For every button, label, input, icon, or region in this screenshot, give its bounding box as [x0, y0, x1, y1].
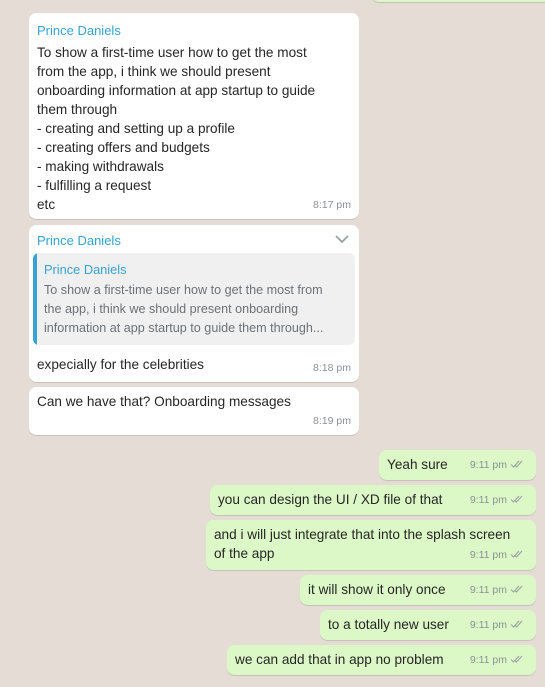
message-time: 8:17 pm [313, 199, 351, 211]
double-check-icon [510, 495, 523, 503]
chevron-down-icon[interactable] [334, 231, 350, 247]
sender-name[interactable]: Prince Daniels [37, 231, 121, 250]
double-check-icon [510, 655, 523, 663]
outgoing-message[interactable]: we can add that in app no problem 9:11 p… [227, 645, 536, 675]
outgoing-message[interactable]: it will show it only once 9:11 pm [300, 575, 536, 605]
outgoing-message[interactable]: and i will just integrate that into the … [206, 520, 536, 570]
outgoing-message[interactable]: Yeah sure 9:11 pm [379, 450, 536, 480]
double-check-icon [510, 620, 523, 628]
message-text: expecially for the celebrities [37, 357, 204, 372]
incoming-message[interactable]: Can we have that? Onboarding messages 8:… [29, 387, 359, 435]
message-time: 9:11 pm [470, 581, 526, 600]
message-text: Can we have that? Onboarding messages [37, 394, 291, 409]
incoming-reply-message[interactable]: Prince Daniels Prince Daniels To show a … [29, 225, 359, 382]
double-check-icon [510, 550, 523, 558]
message-time: 9:11 pm [470, 651, 526, 670]
previous-message-bubble[interactable] [372, 0, 545, 2]
message-text: it will show it only once [308, 582, 446, 597]
quote-sender-name: Prince Daniels [44, 262, 127, 277]
message-text: to a totally new user [328, 617, 449, 632]
message-text: you can design the UI / XD file of that [218, 492, 443, 507]
quote-text: To show a first-time user how to get the… [44, 283, 324, 335]
message-time: 8:18 pm [313, 362, 351, 374]
message-time: 8:19 pm [313, 415, 351, 427]
message-text: and i will just integrate that into the … [214, 527, 511, 561]
message-time: 9:11 pm [470, 616, 526, 635]
message-time: 9:11 pm [470, 456, 526, 475]
double-check-icon [510, 460, 523, 468]
double-check-icon [510, 585, 523, 593]
message-text: To show a first-time user how to get the… [37, 45, 316, 212]
message-text: Yeah sure [387, 457, 448, 472]
message-time: 9:11 pm [470, 491, 526, 510]
outgoing-message[interactable]: to a totally new user 9:11 pm [320, 610, 536, 640]
message-text: we can add that in app no problem [235, 652, 444, 667]
quote-accent-bar [33, 253, 37, 345]
chat-panel: Prince Daniels To show a first-time user… [0, 0, 545, 687]
sender-name[interactable]: Prince Daniels [37, 21, 351, 40]
message-time: 9:11 pm [470, 546, 526, 565]
outgoing-message[interactable]: you can design the UI / XD file of that … [210, 485, 536, 515]
quoted-message[interactable]: Prince Daniels To show a first-time user… [33, 253, 355, 345]
incoming-message[interactable]: Prince Daniels To show a first-time user… [29, 13, 359, 219]
